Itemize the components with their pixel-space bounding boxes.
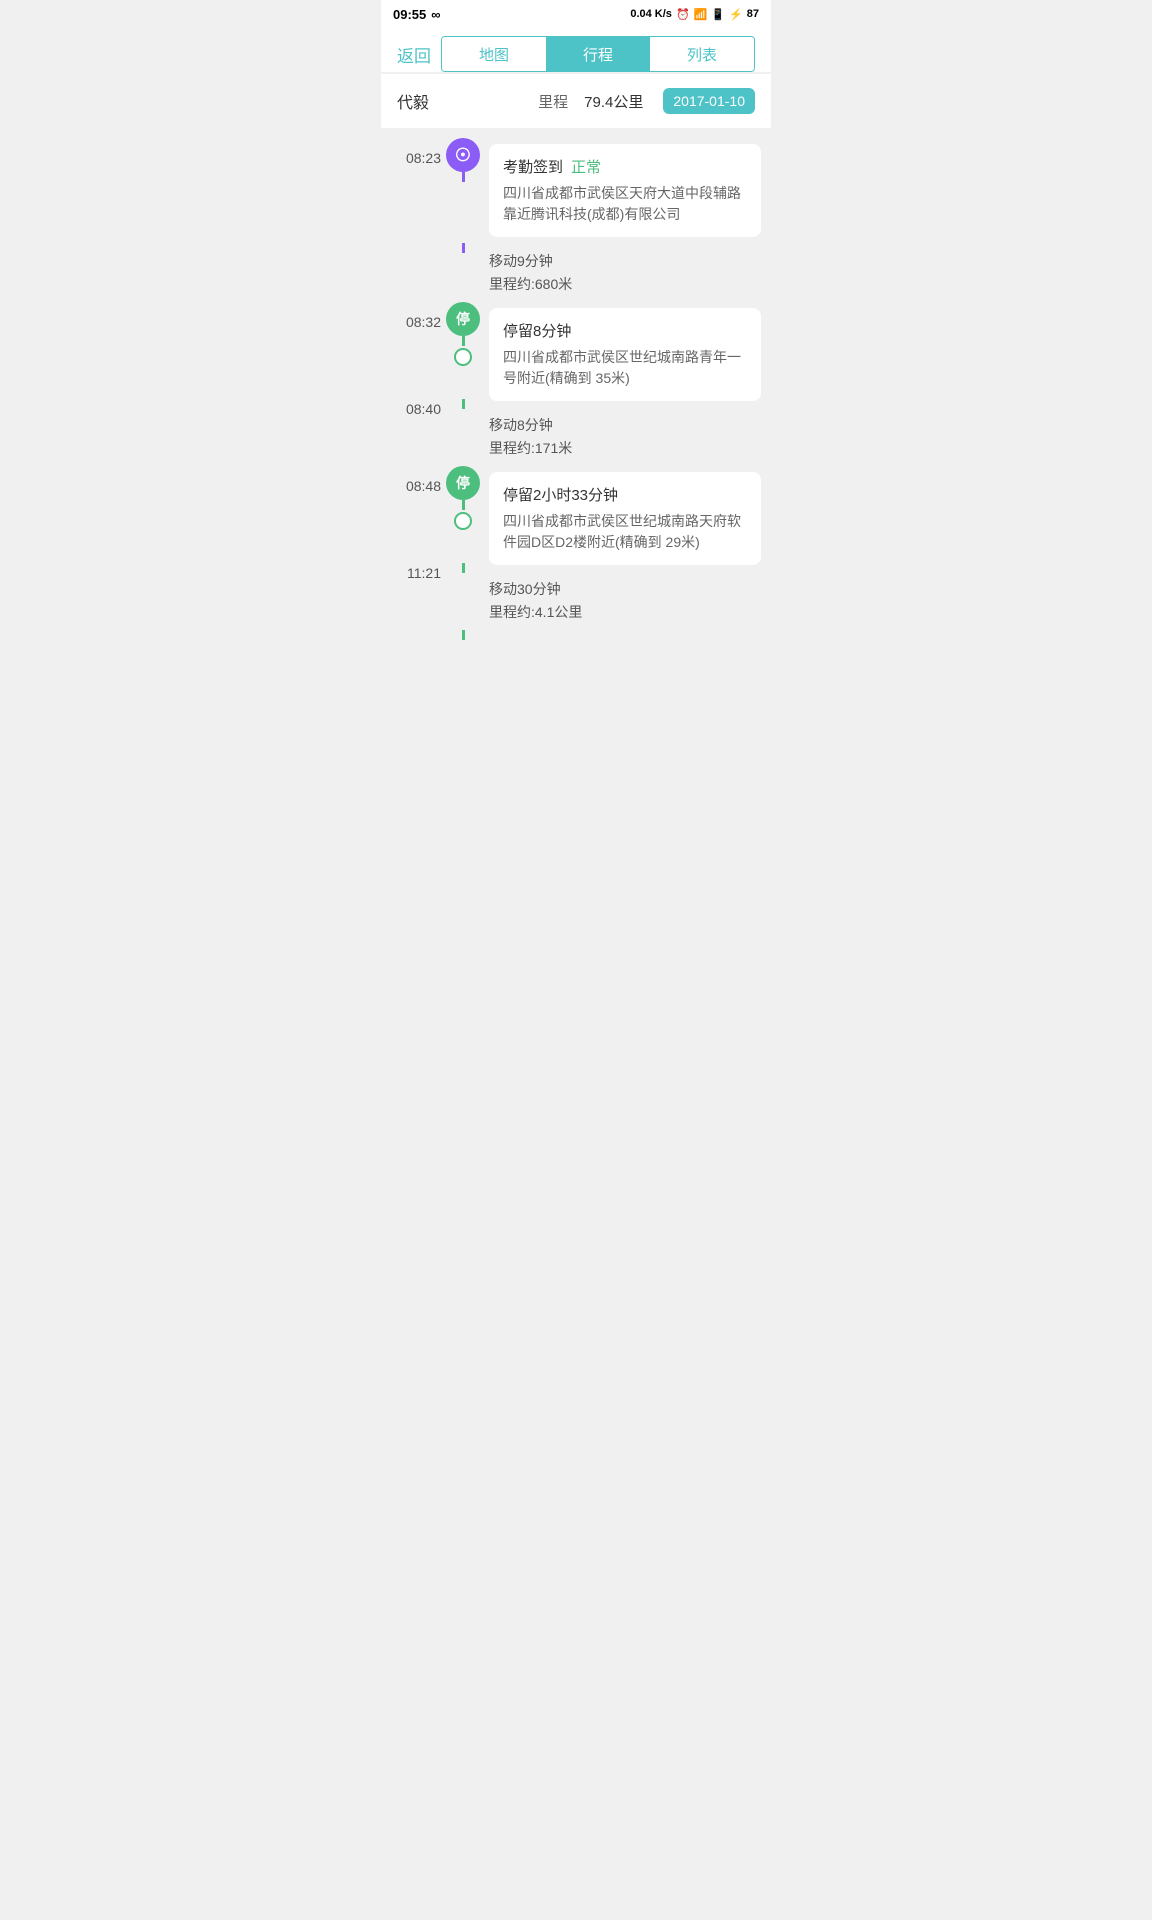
checkin-dot: ☉	[446, 138, 480, 172]
stop1-line	[462, 336, 465, 346]
fingerprint-icon: ☉	[455, 145, 471, 166]
info-bar: 代毅 里程 79.4公里 2017-01-10	[381, 74, 771, 128]
charging-icon: ⚡	[729, 8, 743, 21]
move-segment-1: 移动9分钟 里程约:680米	[381, 243, 771, 302]
move-line-1	[462, 243, 465, 253]
back-button[interactable]: 返回	[397, 38, 431, 71]
move3-distance: 里程约:4.1公里	[489, 602, 761, 622]
stop2-address: 四川省成都市武侯区世纪城南路天府软件园D区D2楼附近(精确到 29米)	[503, 511, 747, 553]
status-time: 09:55	[393, 7, 426, 22]
stop1-address: 四川省成都市武侯区世纪城南路青年一号附近(精确到 35米)	[503, 347, 747, 389]
stop2-time-start: 08:48	[406, 478, 441, 494]
header: 返回 地图 行程 列表	[381, 28, 771, 72]
stop1-end-time-row: 08:40 移动8分钟 里程约:171米	[381, 399, 771, 466]
move1-duration: 移动9分钟	[489, 251, 761, 271]
line-after-checkin	[462, 172, 465, 182]
date-badge: 2017-01-10	[663, 88, 755, 114]
tab-trip[interactable]: 行程	[546, 37, 650, 71]
stop2-end-dot	[454, 512, 472, 530]
stop1-time-start: 08:32	[406, 314, 441, 330]
battery-level: 87	[747, 8, 759, 20]
status-bar: 09:55 ∞ 0.04 K/s ⏰ 📶 📱 ⚡ 87	[381, 0, 771, 28]
status-infinity: ∞	[431, 7, 440, 22]
tab-map[interactable]: 地图	[442, 37, 546, 71]
move2-distance: 里程约:171米	[489, 438, 761, 458]
stop2-card: 停留2小时33分钟 四川省成都市武侯区世纪城南路天府软件园D区D2楼附近(精确到…	[489, 472, 761, 565]
stop2-end-time-row: 11:21 移动30分钟 里程约:4.1公里	[381, 563, 771, 630]
checkin-time: 08:23	[406, 150, 441, 166]
wifi-icon: 📶	[694, 8, 708, 21]
stop2-title: 停留2小时33分钟	[503, 484, 618, 505]
stop1-end-dot	[454, 348, 472, 366]
checkin-card: 考勤签到 正常 四川省成都市武侯区天府大道中段辅路靠近腾讯科技(成都)有限公司	[489, 144, 761, 237]
stop1-title: 停留8分钟	[503, 320, 571, 341]
signal-icon: 📱	[711, 8, 725, 21]
network-speed: 0.04 K/s	[630, 8, 672, 20]
stop2-line	[462, 500, 465, 510]
tab-bar: 地图 行程 列表	[441, 36, 755, 72]
move1-distance: 里程约:680米	[489, 274, 761, 294]
clock-icon: ⏰	[676, 8, 690, 21]
event-stop2: 08:48 停 停留2小时33分钟 四川省成都市武侯区世纪城南路天府软件园D区D…	[381, 466, 771, 571]
stop2-dot: 停	[446, 466, 480, 500]
stop2-icon: 停	[456, 473, 470, 493]
tab-list[interactable]: 列表	[650, 37, 754, 71]
person-name: 代毅	[397, 89, 429, 113]
move3-duration: 移动30分钟	[489, 579, 761, 599]
stop1-card: 停留8分钟 四川省成都市武侯区世纪城南路青年一号附近(精确到 35米)	[489, 308, 761, 401]
stop1-icon: 停	[456, 309, 470, 329]
mileage-value: 79.4公里	[584, 91, 643, 112]
timeline: 08:23 ☉ 考勤签到 正常 四川省成都市武侯区天府大道中段辅路靠近腾讯科技(…	[381, 128, 771, 656]
checkin-status: 正常	[571, 156, 601, 177]
stop1-dot: 停	[446, 302, 480, 336]
checkin-address: 四川省成都市武侯区天府大道中段辅路靠近腾讯科技(成都)有限公司	[503, 183, 747, 225]
move2-duration: 移动8分钟	[489, 415, 761, 435]
bottom-vline	[462, 630, 465, 640]
event-stop1: 08:32 停 停留8分钟 四川省成都市武侯区世纪城南路青年一号附近(精确到 3…	[381, 302, 771, 407]
mileage-label: 里程	[538, 91, 568, 112]
bottom-line	[381, 630, 771, 646]
checkin-title: 考勤签到	[503, 156, 563, 177]
event-checkin: 08:23 ☉ 考勤签到 正常 四川省成都市武侯区天府大道中段辅路靠近腾讯科技(…	[381, 138, 771, 243]
